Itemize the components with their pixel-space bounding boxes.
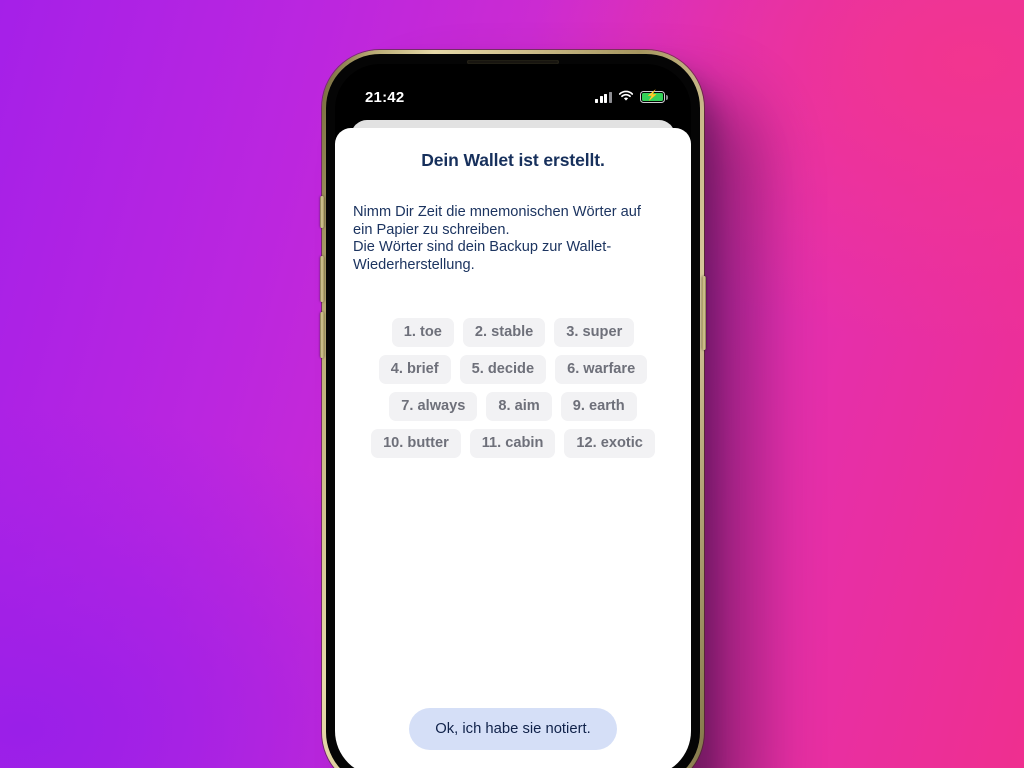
mnemonic-word-chip[interactable]: 3. super — [554, 318, 635, 348]
page-title: Dein Wallet ist erstellt. — [421, 150, 605, 170]
mnemonic-word-chip[interactable]: 8. aim — [486, 392, 552, 422]
power-button[interactable] — [702, 276, 706, 350]
status-bar: 21:42 ⚡ — [335, 64, 691, 116]
mnemonic-word-chip[interactable]: 10. butter — [371, 429, 461, 459]
mnemonic-word-row: 10. butter 11. cabin 12. exotic — [353, 429, 673, 459]
mnemonic-word-chip[interactable]: 11. cabin — [469, 429, 556, 459]
intro-line: Wiederherstellung. — [353, 256, 475, 273]
mnemonic-word-chip[interactable]: 9. earth — [560, 392, 637, 422]
device-bezel: 21:42 ⚡ Dein Wallet ist erstellt. Nimm D… — [326, 54, 700, 768]
confirm-button-container: Ok, ich habe sie notiert. — [353, 708, 673, 768]
status-bar-clock: 21:42 — [365, 88, 405, 106]
volume-up-button[interactable] — [320, 256, 324, 302]
intro-line: Die Wörter sind dein Backup zur Wallet- — [353, 239, 612, 256]
intro-line: ein Papier zu schreiben. — [353, 221, 510, 238]
mnemonic-word-chip[interactable]: 2. stable — [462, 318, 546, 348]
status-bar-indicators: ⚡ — [595, 89, 668, 106]
action-button[interactable] — [320, 196, 324, 228]
intro-line: Nimm Dir Zeit die mnemonischen Wörter au… — [353, 204, 641, 220]
volume-down-button[interactable] — [320, 312, 324, 358]
wallet-created-card: Dein Wallet ist erstellt. Nimm Dir Zeit … — [335, 128, 691, 768]
mnemonic-word-row: 4. brief 5. decide 6. warfare — [353, 355, 673, 385]
mnemonic-word-chip[interactable]: 4. brief — [378, 355, 451, 385]
mnemonic-word-row: 1. toe 2. stable 3. super — [353, 318, 673, 348]
desktop-wallpaper: 21:42 ⚡ Dein Wallet ist erstellt. Nimm D… — [0, 0, 1024, 768]
intro-text: Nimm Dir Zeit die mnemonischen Wörter au… — [353, 204, 673, 274]
mnemonic-word-list: 1. toe 2. stable 3. super 4. brief 5. de… — [353, 318, 673, 459]
battery-charging-icon: ⚡ — [640, 90, 668, 104]
mnemonic-word-chip[interactable]: 1. toe — [391, 318, 454, 348]
mnemonic-word-chip[interactable]: 5. decide — [459, 355, 547, 385]
confirm-noted-button[interactable]: Ok, ich habe sie notiert. — [409, 708, 617, 750]
device-screen: 21:42 ⚡ Dein Wallet ist erstellt. Nimm D… — [335, 64, 691, 768]
mnemonic-word-chip[interactable]: 12. exotic — [564, 429, 655, 459]
cellular-signal-icon — [595, 91, 612, 103]
mnemonic-word-row: 7. always 8. aim 9. earth — [353, 392, 673, 422]
mnemonic-word-chip[interactable]: 6. warfare — [555, 355, 648, 385]
smartphone-device: 21:42 ⚡ Dein Wallet ist erstellt. Nimm D… — [320, 50, 706, 768]
mnemonic-word-chip[interactable]: 7. always — [389, 392, 478, 422]
wifi-icon — [618, 89, 634, 106]
